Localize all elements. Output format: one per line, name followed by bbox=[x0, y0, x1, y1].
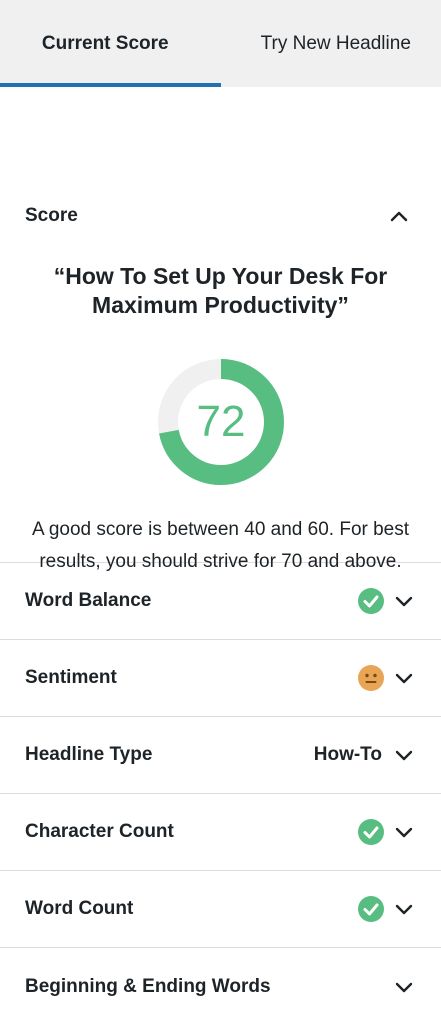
row-word-balance[interactable]: Word Balance bbox=[0, 563, 441, 640]
score-gauge: 72 bbox=[157, 358, 285, 486]
chevron-down-icon[interactable] bbox=[392, 589, 416, 613]
row-character-count[interactable]: Character Count bbox=[0, 794, 441, 871]
chevron-up-icon[interactable] bbox=[387, 204, 411, 228]
score-section-title: Score bbox=[25, 205, 78, 226]
analysis-list: Word Balance Sentiment Headline Type How… bbox=[0, 563, 441, 1024]
score-panel: Score “How To Set Up Your Desk For Maxim… bbox=[0, 87, 441, 572]
row-word-count[interactable]: Word Count bbox=[0, 871, 441, 948]
row-beginning-ending-words[interactable]: Beginning & Ending Words bbox=[0, 948, 441, 1024]
chevron-down-icon[interactable] bbox=[392, 743, 416, 767]
check-icon bbox=[358, 896, 384, 922]
row-label: Word Balance bbox=[25, 590, 152, 611]
check-icon bbox=[358, 819, 384, 845]
row-label: Character Count bbox=[25, 821, 174, 842]
row-label: Beginning & Ending Words bbox=[25, 975, 271, 997]
row-label: Headline Type bbox=[25, 744, 153, 765]
tab-try-new-headline[interactable]: Try New Headline bbox=[221, 0, 441, 87]
score-value: 72 bbox=[196, 397, 246, 446]
chevron-down-icon[interactable] bbox=[392, 666, 416, 690]
tab-bar: Current Score Try New Headline bbox=[0, 0, 441, 87]
analyzed-headline: “How To Set Up Your Desk For Maximum Pro… bbox=[53, 263, 388, 318]
neutral-face-icon bbox=[358, 665, 384, 691]
chevron-down-icon[interactable] bbox=[392, 975, 416, 999]
headline-type-value: How-To bbox=[313, 744, 382, 765]
chevron-down-icon[interactable] bbox=[392, 897, 416, 921]
row-label: Sentiment bbox=[25, 667, 117, 688]
chevron-down-icon[interactable] bbox=[392, 820, 416, 844]
row-sentiment[interactable]: Sentiment bbox=[0, 640, 441, 717]
row-label: Word Count bbox=[25, 898, 134, 919]
check-icon bbox=[358, 588, 384, 614]
tab-current-score[interactable]: Current Score bbox=[0, 0, 221, 87]
row-headline-type[interactable]: Headline Type How-To bbox=[0, 717, 441, 794]
